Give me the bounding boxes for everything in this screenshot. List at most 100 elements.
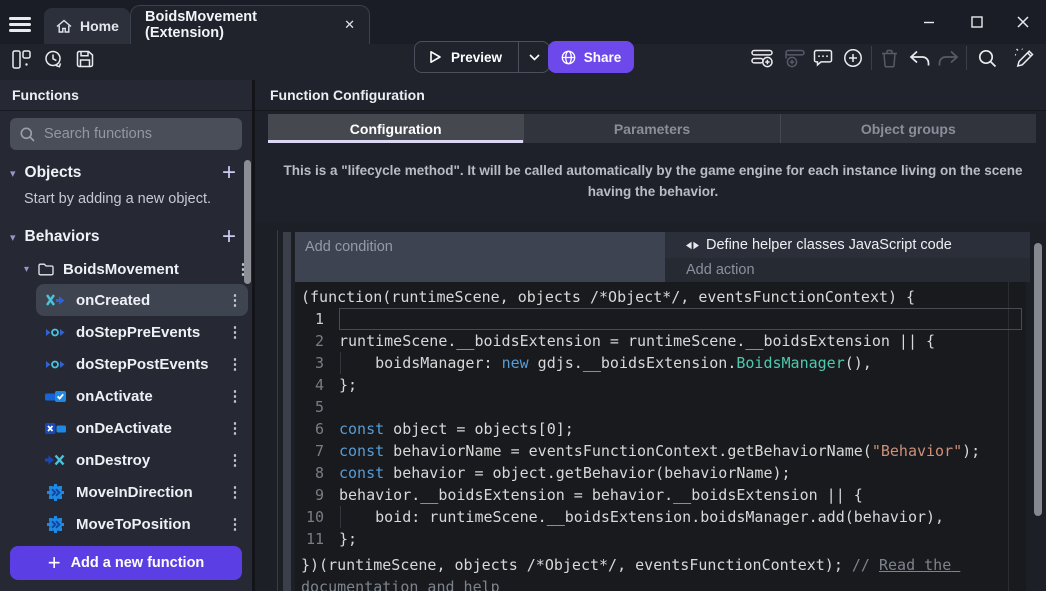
collapse-arrow-icon[interactable]: ▾ bbox=[10, 231, 16, 244]
redo-icon[interactable] bbox=[935, 45, 961, 71]
tab-configuration[interactable]: Configuration bbox=[268, 114, 523, 143]
window-maximize-button[interactable] bbox=[964, 9, 990, 35]
code-line-10[interactable]: 10 boid: runtimeScene.__boidsExtension.b… bbox=[295, 506, 1026, 528]
event-drag-handle[interactable] bbox=[283, 232, 291, 591]
search-icon[interactable] bbox=[974, 45, 1000, 71]
globe-icon bbox=[561, 50, 576, 65]
share-button[interactable]: Share bbox=[548, 41, 634, 73]
code-footer-line: })(runtimeScene, objects /*Object*/, eve… bbox=[301, 554, 1001, 591]
search-icon bbox=[20, 127, 35, 142]
add-object-icon[interactable]: + bbox=[222, 163, 242, 183]
gdevelop-window: Home BoidsMovement (Extension) ✕ Preview… bbox=[0, 0, 1046, 591]
collapse-arrow-icon[interactable]: ▾ bbox=[24, 264, 29, 275]
main-panel-title: Function Configuration bbox=[255, 80, 1046, 111]
window-minimize-button[interactable] bbox=[916, 9, 942, 35]
function-item-oncreated[interactable]: onCreated ⋮ bbox=[36, 284, 248, 316]
functions-panel-title: Functions bbox=[0, 80, 252, 111]
function-item-label: onCreated bbox=[76, 292, 216, 309]
line-number: 8 bbox=[295, 462, 339, 484]
add-subevent-icon[interactable] bbox=[781, 45, 807, 71]
code-line-content bbox=[339, 308, 1022, 330]
preview-button[interactable]: Preview bbox=[414, 41, 550, 73]
line-number: 3 bbox=[295, 352, 339, 374]
line-number: 5 bbox=[295, 396, 339, 418]
line-number: 1 bbox=[295, 308, 339, 330]
function-item-ondestroy[interactable]: onDestroy⋮ bbox=[36, 444, 248, 476]
add-function-label: Add a new function bbox=[71, 555, 205, 571]
delete-icon[interactable] bbox=[876, 45, 902, 71]
events-scrollbar[interactable] bbox=[1034, 243, 1042, 516]
toolbar-divider bbox=[966, 46, 967, 70]
kebab-menu-icon[interactable]: ⋮ bbox=[226, 515, 244, 533]
home-icon bbox=[56, 19, 72, 34]
function-item-dosteppreevents[interactable]: doStepPreEvents⋮ bbox=[36, 316, 248, 348]
search-functions-input[interactable] bbox=[44, 126, 232, 142]
kebab-menu-icon[interactable]: ⋮ bbox=[226, 323, 244, 341]
tab-home[interactable]: Home bbox=[44, 8, 130, 44]
code-line-5[interactable]: 5 bbox=[295, 396, 1026, 418]
code-line-1[interactable]: 1 bbox=[295, 308, 1026, 330]
tab-object-groups[interactable]: Object groups bbox=[780, 114, 1036, 143]
save-icon[interactable] bbox=[72, 46, 98, 72]
tab-document[interactable]: BoidsMovement (Extension) ✕ bbox=[130, 5, 370, 44]
line-number: 10 bbox=[295, 506, 339, 528]
folder-icon bbox=[38, 262, 54, 276]
code-line-3[interactable]: 3 boidsManager: new gdjs.__boidsExtensio… bbox=[295, 352, 1026, 374]
code-line-content: const behavior = object.getBehavior(beha… bbox=[339, 462, 1022, 484]
add-event-icon[interactable] bbox=[749, 45, 775, 71]
code-line-7[interactable]: 7const behaviorName = eventsFunctionCont… bbox=[295, 440, 1026, 462]
function-item-dosteppostevents[interactable]: doStepPostEvents⋮ bbox=[36, 348, 248, 380]
preview-dropdown-button[interactable] bbox=[518, 42, 549, 72]
add-condition-cell[interactable]: Add condition bbox=[295, 232, 665, 282]
tab-close-icon[interactable]: ✕ bbox=[344, 17, 355, 33]
add-function-button[interactable]: + Add a new function bbox=[10, 546, 242, 580]
code-line-11[interactable]: 11}; bbox=[295, 528, 1026, 550]
undo-icon[interactable] bbox=[906, 45, 932, 71]
code-line-content: runtimeScene.__boidsExtension = runtimeS… bbox=[339, 330, 1022, 352]
kebab-menu-icon[interactable]: ⋮ bbox=[226, 451, 244, 469]
activate-icon bbox=[44, 390, 66, 403]
function-item-ondeactivate[interactable]: onDeActivate⋮ bbox=[36, 412, 248, 444]
add-behavior-icon[interactable]: + bbox=[222, 227, 242, 247]
method-icon bbox=[44, 484, 66, 501]
line-number: 6 bbox=[295, 418, 339, 440]
collapse-arrow-icon[interactable]: ▾ bbox=[10, 167, 16, 180]
kebab-menu-icon[interactable]: ⋮ bbox=[226, 291, 244, 309]
function-item-movetoposition[interactable]: MoveToPosition⋮ bbox=[36, 508, 248, 540]
kebab-menu-icon[interactable]: ⋮ bbox=[226, 419, 244, 437]
line-number: 9 bbox=[295, 484, 339, 506]
function-item-onactivate[interactable]: onActivate⋮ bbox=[36, 380, 248, 412]
code-header-line: (function(runtimeScene, objects /*Object… bbox=[301, 286, 915, 308]
play-icon bbox=[428, 50, 442, 64]
tab-parameters[interactable]: Parameters bbox=[523, 114, 779, 143]
code-line-4[interactable]: 4}; bbox=[295, 374, 1026, 396]
js-event-title: Define helper classes JavaScript code bbox=[706, 237, 952, 253]
function-item-moveindirection[interactable]: MoveInDirection ⋮ bbox=[36, 476, 248, 508]
sidebar-scrollbar[interactable] bbox=[244, 160, 251, 284]
kebab-menu-icon[interactable]: ⋮ bbox=[226, 355, 244, 373]
search-functions-box[interactable] bbox=[10, 118, 242, 150]
history-icon[interactable] bbox=[40, 46, 66, 72]
add-comment-icon[interactable] bbox=[810, 45, 836, 71]
behavior-group-boidsmovement[interactable]: ▾ BoidsMovement ⋮ bbox=[24, 254, 252, 284]
function-item-label: MoveInDirection bbox=[76, 484, 216, 501]
js-event-header[interactable]: Define helper classes JavaScript code bbox=[665, 232, 1030, 258]
menu-icon[interactable] bbox=[9, 14, 31, 35]
add-circle-icon[interactable] bbox=[840, 45, 866, 71]
edit-icon[interactable] bbox=[1011, 45, 1037, 71]
project-manager-icon[interactable] bbox=[8, 46, 34, 72]
code-editor[interactable]: (function(runtimeScene, objects /*Object… bbox=[295, 282, 1026, 591]
code-line-9[interactable]: 9behavior.__boidsExtension = behavior.__… bbox=[295, 484, 1026, 506]
objects-section-header[interactable]: ▾ Objects + bbox=[10, 158, 242, 188]
code-line-8[interactable]: 8const behavior = object.getBehavior(beh… bbox=[295, 462, 1026, 484]
lifecycle-description: This is a "lifecycle method". It will be… bbox=[270, 160, 1036, 202]
tab-document-label: BoidsMovement (Extension) bbox=[145, 9, 334, 41]
code-line-2[interactable]: 2runtimeScene.__boidsExtension = runtime… bbox=[295, 330, 1026, 352]
kebab-menu-icon[interactable]: ⋮ bbox=[226, 387, 244, 405]
code-line-content: const behaviorName = eventsFunctionConte… bbox=[339, 440, 1022, 462]
behaviors-section-header[interactable]: ▾ Behaviors + bbox=[10, 222, 242, 252]
kebab-menu-icon[interactable]: ⋮ bbox=[226, 483, 244, 501]
add-action-cell[interactable]: Add action bbox=[665, 258, 1030, 282]
window-close-button[interactable] bbox=[1010, 9, 1036, 35]
code-line-6[interactable]: 6const object = objects[0]; bbox=[295, 418, 1026, 440]
